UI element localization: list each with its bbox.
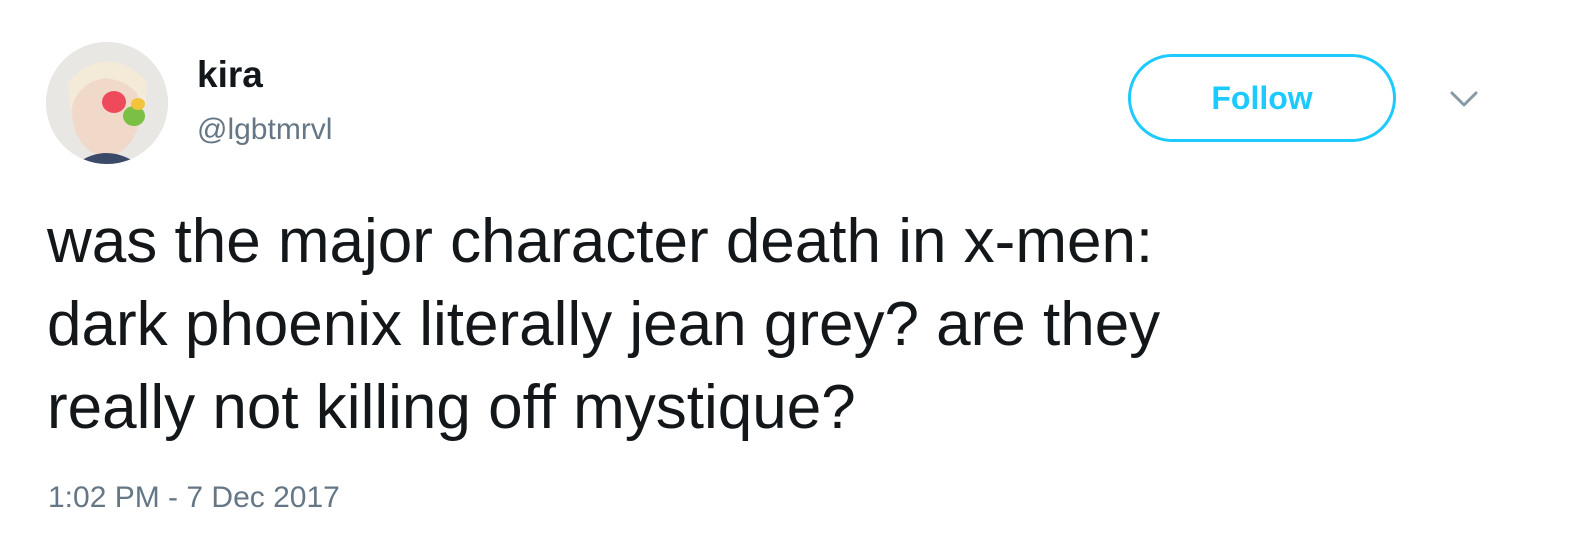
chevron-down-icon[interactable] bbox=[1446, 86, 1482, 112]
tweet-text-line: was the major character death in x-men: bbox=[47, 207, 1154, 276]
tweet-text-line: really not killing off mystique? bbox=[47, 373, 856, 442]
avatar[interactable] bbox=[46, 42, 168, 164]
tweet-text: was the major character death in x-men: … bbox=[47, 200, 1447, 449]
tweet-card: kira @lgbtmrvl Follow was the major char… bbox=[0, 0, 1582, 542]
user-handle[interactable]: @lgbtmrvl bbox=[197, 112, 332, 148]
avatar-image bbox=[46, 42, 168, 164]
follow-button[interactable]: Follow bbox=[1128, 54, 1396, 142]
tweet-timestamp[interactable]: 1:02 PM - 7 Dec 2017 bbox=[48, 478, 340, 518]
tweet-text-line: dark phoenix literally jean grey? are th… bbox=[47, 290, 1161, 359]
display-name[interactable]: kira bbox=[197, 53, 263, 97]
